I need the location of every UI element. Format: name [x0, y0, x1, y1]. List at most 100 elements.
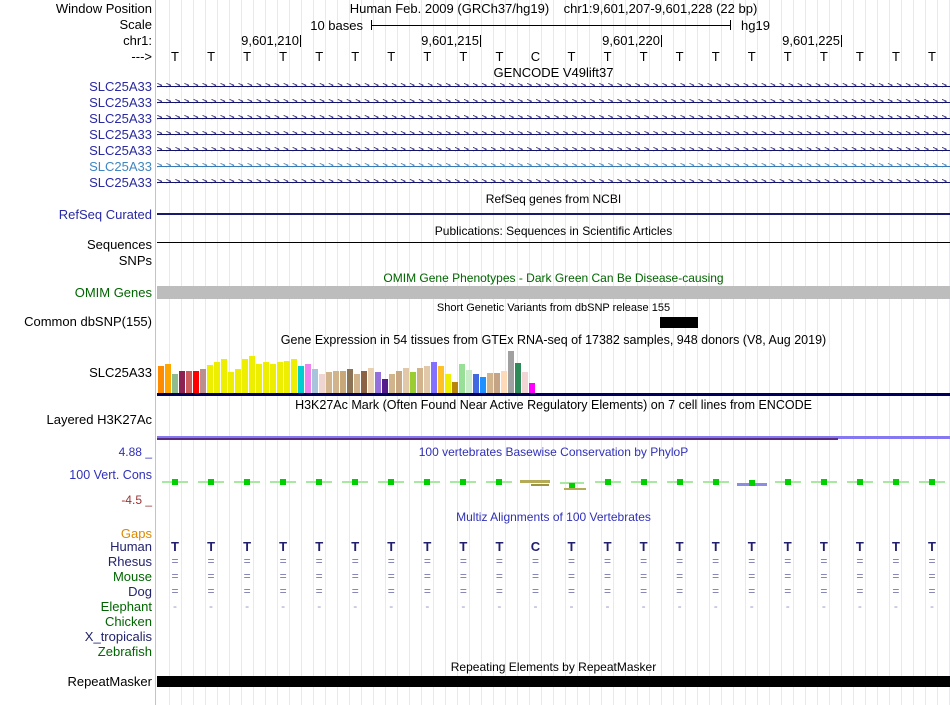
gene-label[interactable]: SLC25A33 [0, 176, 152, 189]
common-dbsnp-label[interactable]: Common dbSNP(155) [0, 315, 152, 328]
gene-transcript-row[interactable]: >>>>>>>>>>>>>>>>>>>>>>>>>>>>>>>>>>>>>>>>… [157, 129, 950, 141]
gtex-bar[interactable] [207, 365, 213, 393]
gtex-bar[interactable] [186, 371, 192, 393]
species-label-human[interactable]: Human [0, 540, 152, 553]
omim-genes-label[interactable]: OMIM Genes [0, 286, 152, 299]
species-label-x_tropicalis[interactable]: X_tropicalis [0, 630, 152, 643]
refseq-track-title: RefSeq genes from NCBI [485, 192, 622, 206]
gtex-bar[interactable] [319, 374, 325, 393]
gtex-bar[interactable] [431, 362, 437, 393]
species-label-dog[interactable]: Dog [0, 585, 152, 598]
gtex-bar[interactable] [368, 368, 374, 393]
gtex-bar[interactable] [529, 383, 535, 393]
layered-h3k27ac-label[interactable]: Layered H3K27Ac [0, 413, 152, 426]
gtex-bar[interactable] [249, 356, 255, 393]
gene-label[interactable]: SLC25A33 [0, 96, 152, 109]
gtex-bar[interactable] [417, 368, 423, 393]
gtex-bar[interactable] [515, 363, 521, 393]
gtex-bar[interactable] [172, 374, 178, 393]
gene-transcript-row[interactable]: >>>>>>>>>>>>>>>>>>>>>>>>>>>>>>>>>>>>>>>>… [157, 177, 950, 189]
gtex-bar[interactable] [403, 368, 409, 393]
gtex-bar[interactable] [277, 362, 283, 393]
repeatmasker-label[interactable]: RepeatMasker [0, 675, 152, 688]
gtex-bar[interactable] [459, 364, 465, 393]
gtex-bar[interactable] [361, 371, 367, 393]
gtex-gene-label[interactable]: SLC25A33 [0, 366, 152, 379]
gtex-bar[interactable] [452, 382, 458, 393]
gene-transcript-row[interactable]: >>>>>>>>>>>>>>>>>>>>>>>>>>>>>>>>>>>>>>>>… [157, 113, 950, 125]
gtex-bar[interactable] [522, 372, 528, 393]
omim-gene-bar[interactable] [157, 286, 950, 299]
species-label-zebrafish[interactable]: Zebrafish [0, 645, 152, 658]
refseq-gene-line[interactable] [157, 213, 950, 215]
species-label-chicken[interactable]: Chicken [0, 615, 152, 628]
gtex-bar[interactable] [501, 371, 507, 393]
gtex-bar[interactable] [340, 371, 346, 393]
refseq-curated-label[interactable]: RefSeq Curated [0, 208, 152, 221]
gtex-bar[interactable] [298, 366, 304, 393]
gtex-bar[interactable] [494, 373, 500, 393]
gtex-bar[interactable] [158, 366, 164, 393]
gtex-bar[interactable] [193, 371, 199, 393]
sequences-label[interactable]: Sequences [0, 238, 152, 251]
phylop-point [640, 479, 647, 485]
gtex-bar[interactable] [242, 359, 248, 393]
gtex-bar[interactable] [466, 370, 472, 393]
gtex-bar[interactable] [382, 379, 388, 393]
gtex-bar[interactable] [284, 361, 290, 393]
gene-label[interactable]: SLC25A33 [0, 160, 152, 173]
gtex-bar[interactable] [200, 369, 206, 393]
alignment-cell: = [207, 584, 215, 598]
gtex-bar[interactable] [396, 371, 402, 393]
sequences-line[interactable] [157, 242, 950, 243]
gtex-bar[interactable] [312, 369, 318, 393]
gtex-bar[interactable] [438, 366, 444, 393]
alignment-cell: = [423, 584, 431, 598]
gtex-bar[interactable] [270, 364, 276, 393]
gtex-bar[interactable] [333, 371, 339, 393]
gtex-bar[interactable] [375, 372, 381, 393]
gene-label[interactable]: SLC25A33 [0, 112, 152, 125]
gtex-bar[interactable] [221, 359, 227, 393]
gene-label[interactable]: SLC25A33 [0, 144, 152, 157]
species-label-mouse[interactable]: Mouse [0, 570, 152, 583]
base-letter: T [495, 49, 504, 64]
gtex-bar[interactable] [410, 372, 416, 393]
repeatmasker-bar[interactable] [157, 676, 950, 687]
gtex-bar[interactable] [487, 373, 493, 393]
phylop-dash-olive [520, 480, 551, 483]
alignment-cell: - [317, 599, 322, 613]
gtex-bar[interactable] [389, 374, 395, 393]
gtex-bar[interactable] [347, 369, 353, 393]
gtex-bar[interactable] [256, 364, 262, 393]
species-label-elephant[interactable]: Elephant [0, 600, 152, 613]
gtex-bar[interactable] [263, 362, 269, 393]
gtex-bar[interactable] [445, 374, 451, 393]
species-label-rhesus[interactable]: Rhesus [0, 555, 152, 568]
gtex-bar[interactable] [305, 364, 311, 393]
gene-transcript-row[interactable]: >>>>>>>>>>>>>>>>>>>>>>>>>>>>>>>>>>>>>>>>… [157, 161, 950, 173]
snps-label[interactable]: SNPs [0, 254, 152, 267]
gene-label[interactable]: SLC25A33 [0, 80, 152, 93]
gtex-bar[interactable] [508, 351, 514, 393]
phylop-point [712, 479, 719, 485]
gtex-bar[interactable] [214, 362, 220, 393]
gene-transcript-row[interactable]: >>>>>>>>>>>>>>>>>>>>>>>>>>>>>>>>>>>>>>>>… [157, 97, 950, 109]
dbsnp-variant-box[interactable] [660, 317, 698, 328]
gene-transcript-row[interactable]: >>>>>>>>>>>>>>>>>>>>>>>>>>>>>>>>>>>>>>>>… [157, 145, 950, 157]
phylop-track-label[interactable]: 100 Vert. Cons [0, 469, 152, 482]
gtex-bar[interactable] [473, 374, 479, 393]
gtex-bar[interactable] [326, 372, 332, 393]
alignment-cell: = [748, 569, 756, 583]
gtex-bar[interactable] [165, 364, 171, 393]
gene-transcript-row[interactable]: >>>>>>>>>>>>>>>>>>>>>>>>>>>>>>>>>>>>>>>>… [157, 81, 950, 93]
gtex-bar[interactable] [354, 374, 360, 393]
gtex-bar[interactable] [228, 372, 234, 393]
gtex-bar[interactable] [235, 369, 241, 393]
h3k27ac-signal-dark[interactable] [157, 438, 838, 440]
gtex-bar[interactable] [480, 377, 486, 393]
gtex-bar[interactable] [179, 371, 185, 393]
gtex-bar[interactable] [291, 359, 297, 393]
gene-label[interactable]: SLC25A33 [0, 128, 152, 141]
gtex-bar[interactable] [424, 366, 430, 393]
